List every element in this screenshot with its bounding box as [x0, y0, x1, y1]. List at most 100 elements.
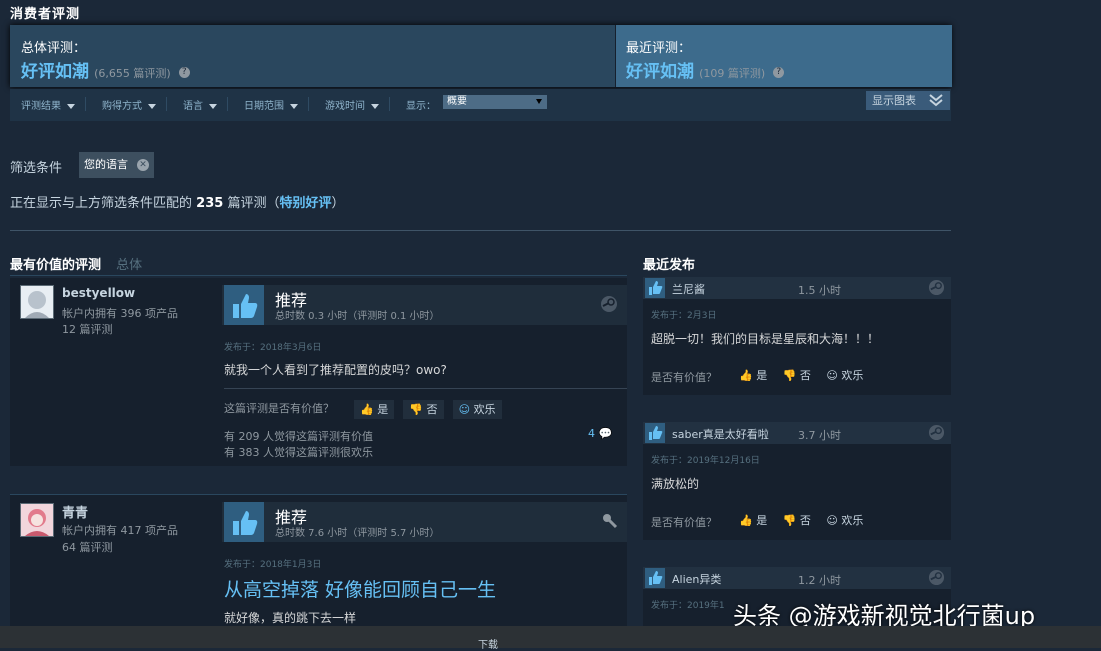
download-label[interactable]: 下载 — [478, 636, 498, 651]
smiley-icon: ☺ — [826, 369, 838, 382]
review-count[interactable]: 64 篇评测 — [62, 539, 113, 555]
steam-icon — [928, 569, 945, 590]
username[interactable]: 青青 — [62, 502, 88, 521]
review-card: 青青 帐户内拥有 417 项产品 64 篇评测 推荐 总时数 7.6 小时（评测… — [10, 494, 627, 635]
divider — [10, 275, 627, 276]
posted-date: 发布于：2018年1月3日 — [224, 560, 322, 570]
double-chevron-down-icon — [929, 94, 943, 107]
thumbs-up-icon — [645, 278, 665, 302]
steam-icon — [928, 424, 945, 445]
tab-overall[interactable]: 总体 — [116, 258, 142, 273]
posted-date: 发布于：2月3日 — [651, 311, 717, 321]
filter-language[interactable]: 语言 — [183, 97, 228, 112]
showing-text: 正在显示与上方筛选条件匹配的 235 篇评测（特别好评） — [10, 196, 345, 211]
thumbs-up-icon: 👍 — [739, 369, 753, 382]
owned-products[interactable]: 帐户内拥有 417 项产品 — [62, 522, 178, 538]
display-select[interactable]: 概要 — [443, 95, 547, 109]
vote-buttons: 👍 是 👎 否 ☺ 欢乐 — [354, 398, 506, 419]
vote-funny-button[interactable]: ☺ 欢乐 — [452, 400, 502, 419]
help-icon[interactable]: ? — [773, 67, 785, 78]
thumbs-up-icon — [224, 502, 264, 542]
recent-header: 最近发布 — [643, 258, 696, 273]
playtime: 3.7 小时 — [798, 429, 841, 442]
thumbs-down-icon: 👎 — [782, 514, 797, 527]
vote-no-button[interactable]: 👎 否 — [783, 369, 811, 382]
display-label: 显示： — [406, 101, 436, 112]
comment-count[interactable]: 4 💬 — [588, 427, 612, 440]
posted-date: 发布于：2018年3月6日 — [224, 343, 322, 353]
steam-icon — [928, 279, 945, 300]
overall-label: 总体评测： — [21, 41, 87, 56]
review-text: 满放松的 — [651, 477, 700, 491]
recent-count: (109 篇评测) — [699, 67, 766, 80]
recent-review-card: 兰尼酱 1.5 小时 发布于：2月3日 超脱一切！我们的目标是星辰和大海！！！ … — [643, 277, 951, 395]
chevron-down-icon — [209, 103, 217, 109]
thumbs-up-icon: 👍 — [739, 514, 753, 527]
footer-bar: 下载 — [0, 626, 1101, 651]
review-card: bestyellow 帐户内拥有 396 项产品 12 篇评测 推荐 总时数 0… — [10, 278, 627, 466]
filter-bar: 评测结果 购得方式 语言 日期范围 游戏时间 显示： 概要 — [10, 89, 951, 121]
vote-yes-button[interactable]: 👍 是 — [739, 514, 767, 527]
thumbs-up-icon — [645, 423, 665, 447]
chevron-down-icon — [536, 99, 542, 104]
rating-link[interactable]: 特别好评 — [279, 196, 331, 211]
chevron-down-icon — [67, 103, 75, 109]
thumbs-down-icon: 👎 — [782, 369, 797, 382]
close-icon[interactable]: ✕ — [137, 159, 149, 171]
thumbs-down-icon: 👎 — [409, 403, 423, 416]
helpful-question: 这篇评测是否有价值？ — [224, 402, 334, 415]
award-icon[interactable] — [602, 513, 618, 533]
review-count[interactable]: 12 篇评测 — [62, 321, 113, 337]
vote-no-button[interactable]: 👎 否 — [783, 514, 811, 527]
review-text: 就好像，真的跳下去一样 — [224, 611, 357, 625]
filter-purchase-type[interactable]: 购得方式 — [102, 97, 167, 112]
posted-date: 发布于：2019年12月16日 — [651, 456, 760, 466]
filter-conditions-label: 筛选条件 — [10, 161, 63, 176]
avatar[interactable] — [20, 503, 54, 537]
filter-date-range[interactable]: 日期范围 — [244, 97, 309, 112]
steam-icon — [600, 295, 618, 317]
vote-yes-button[interactable]: 👍 是 — [739, 369, 767, 382]
thumbs-up-icon — [645, 568, 665, 592]
filter-playtime[interactable]: 游戏时间 — [325, 97, 390, 112]
funny-count: 有 383 人觉得这篇评测很欢乐 — [224, 446, 373, 459]
vote-funny-button[interactable]: ☺ 欢乐 — [826, 369, 863, 382]
vote-buttons: 👍 是 👎 否 ☺ 欢乐 — [739, 367, 863, 383]
helpful-header: 最有价值的评测 总体 — [10, 254, 142, 273]
vote-funny-button[interactable]: ☺ 欢乐 — [826, 514, 863, 527]
avatar[interactable] — [20, 285, 54, 319]
filter-review-type[interactable]: 评测结果 — [21, 97, 86, 112]
divider — [10, 230, 951, 231]
playtime: 1.5 小时 — [798, 284, 841, 297]
vote-no-button[interactable]: 👎 否 — [403, 400, 444, 419]
divider — [224, 388, 627, 389]
owned-products[interactable]: 帐户内拥有 396 项产品 — [62, 305, 178, 321]
helpful-question: 是否有价值？ — [651, 516, 717, 529]
chevron-down-icon — [371, 103, 379, 109]
smiley-icon: ☺ — [458, 403, 471, 416]
comment-icon: 💬 — [598, 427, 613, 440]
username[interactable]: Alien异类 — [672, 571, 721, 587]
username[interactable]: 兰尼酱 — [672, 281, 705, 297]
vote-yes-button[interactable]: 👍 是 — [354, 400, 395, 419]
playtime: 总时数 0.3 小时（评测时 0.1 小时） — [275, 311, 440, 322]
username[interactable]: bestyellow — [62, 286, 135, 300]
tab-most-helpful[interactable]: 最有价值的评测 — [10, 258, 101, 273]
thumbs-up-icon — [224, 285, 264, 325]
recent-review-card: saber真是太好看啦 3.7 小时 发布于：2019年12月16日 满放松的 … — [643, 422, 951, 540]
overall-rating: 好评如潮 — [21, 62, 89, 82]
helpful-count: 有 209 人觉得这篇评测有价值 — [224, 430, 373, 443]
review-text: 超脱一切！我们的目标是星辰和大海！！！ — [651, 332, 880, 346]
posted-date: 发布于：2019年1 — [651, 601, 725, 611]
username[interactable]: saber真是太好看啦 — [672, 426, 769, 442]
chevron-down-icon — [148, 103, 156, 109]
playtime: 1.2 小时 — [798, 574, 841, 587]
playtime: 总时数 7.6 小时（评测时 5.7 小时） — [275, 528, 440, 539]
vote-buttons: 👍 是 👎 否 ☺ 欢乐 — [739, 512, 863, 528]
help-icon[interactable]: ? — [178, 67, 190, 78]
overall-count: (6,655 篇评测) — [94, 67, 171, 80]
language-filter-tag[interactable]: 您的语言 ✕ — [79, 152, 154, 178]
recent-summary: 最近评测： 好评如潮 (109 篇评测) ? — [615, 25, 952, 87]
recent-label: 最近评测： — [626, 41, 692, 56]
show-graph-button[interactable]: 显示图表 — [866, 91, 950, 110]
